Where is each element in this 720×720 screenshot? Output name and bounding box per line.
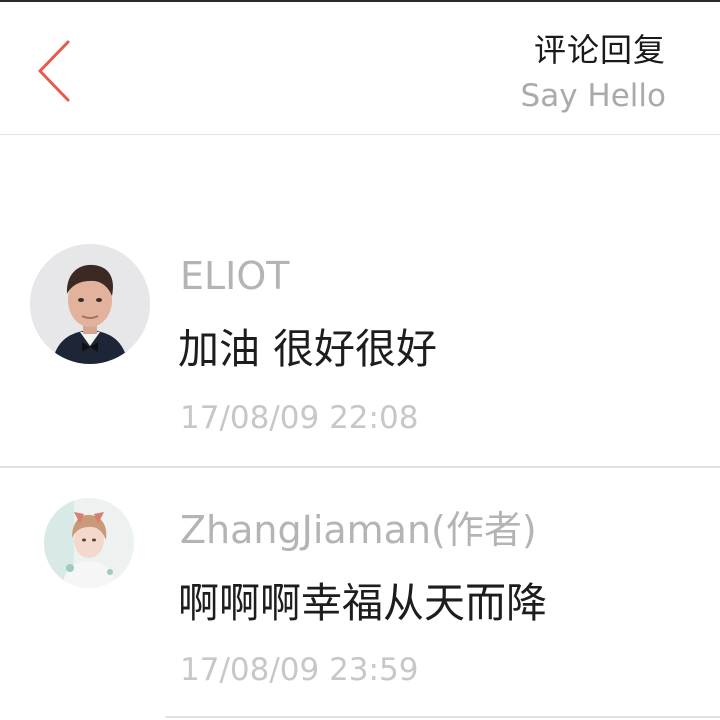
comment-time: 17/08/09 23:59 [180,652,419,688]
comment-text: 加油 很好很好 [178,325,438,373]
comment-item[interactable]: ZhangJiaman(作者) 啊啊啊幸福从天而降 17/08/09 23:59 [0,468,720,720]
comment-reply-screen: 评论回复 Say Hello ELIOT 加油 很好很好 17/08/09 22… [0,0,720,720]
header-titles: 评论回复 Say Hello [521,28,666,118]
comment-item[interactable]: ELIOT 加油 很好很好 17/08/09 22:08 [0,226,720,466]
page-subtitle: Say Hello [520,78,666,114]
chevron-left-icon [38,40,70,102]
back-button[interactable] [24,30,84,110]
user-avatar-photo [44,498,134,588]
comment-time: 17/08/09 22:08 [180,400,419,436]
page-title: 评论回复 [533,31,666,69]
comment-author[interactable]: ELIOT [180,252,290,300]
comment-author[interactable]: ZhangJiaman(作者) [180,506,537,554]
avatar[interactable] [44,498,134,588]
comment-text: 啊啊啊幸福从天而降 [178,579,547,627]
comment-divider [165,716,720,718]
avatar[interactable] [30,244,150,364]
navigation-header: 评论回复 Say Hello [0,2,720,135]
user-avatar-photo [30,244,150,364]
